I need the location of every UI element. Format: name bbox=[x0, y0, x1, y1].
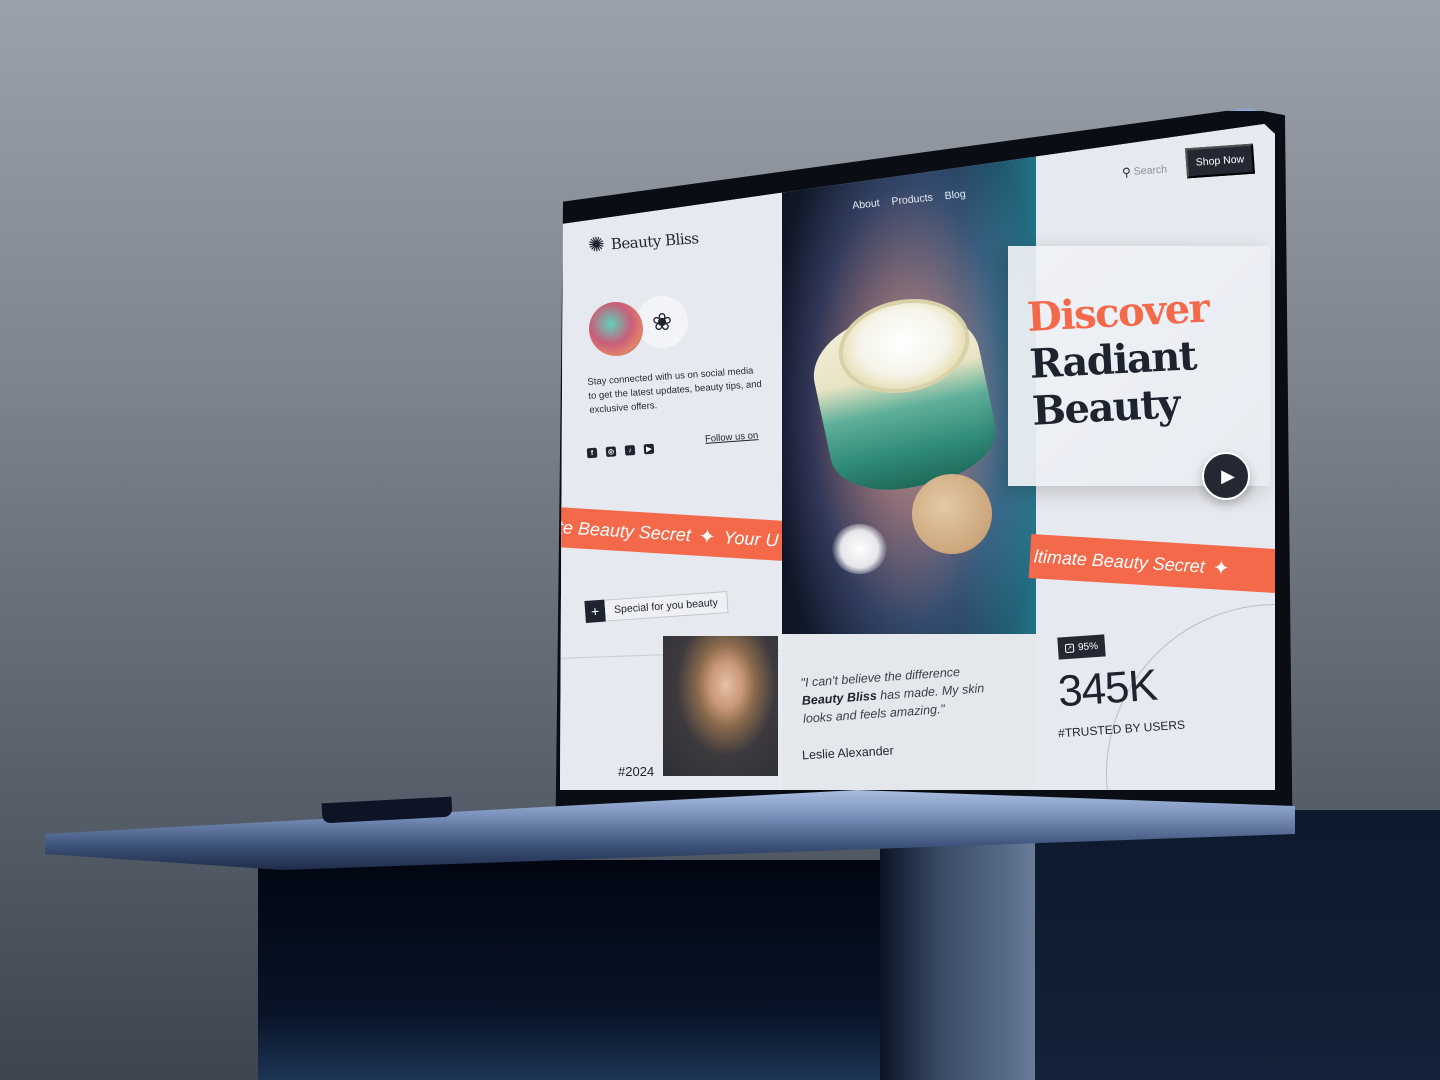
nav-about[interactable]: About bbox=[852, 197, 881, 212]
play-icon: ▶ bbox=[1221, 465, 1235, 486]
testimonial-quote: "I can't believe the difference Beauty B… bbox=[800, 660, 1003, 728]
ribbon-text: ltimate Beauty Secret bbox=[1033, 545, 1206, 577]
product-hero-image: About Products Blog bbox=[782, 124, 1036, 634]
hero-title-line3: Beauty bbox=[1030, 380, 1181, 435]
trend-icon: ↗ bbox=[1064, 643, 1075, 653]
hero-title: Discover Radiant Beauty bbox=[1026, 285, 1214, 435]
special-label: Special for you beauty bbox=[604, 591, 729, 622]
main-nav: About Products Blog bbox=[852, 188, 967, 212]
follow-us-link[interactable]: Follow us on bbox=[705, 430, 759, 445]
special-for-you-tag[interactable]: + Special for you beauty bbox=[584, 591, 729, 623]
testimonial-author: Leslie Alexander bbox=[801, 743, 895, 763]
year-tag: #2024 bbox=[618, 764, 655, 779]
hero-card: Discover Radiant Beauty bbox=[1008, 246, 1270, 486]
testimonial-panel: "I can't believe the difference Beauty B… bbox=[782, 634, 1036, 790]
hero-title-line2: Radiant bbox=[1028, 332, 1197, 388]
social-description: Stay connected with us on social media t… bbox=[587, 365, 763, 416]
left-panel: ✺ Beauty Bliss ❀ Stay connected with us … bbox=[560, 124, 787, 790]
cream-jar bbox=[803, 282, 1005, 503]
search-icon: ⚲ bbox=[1121, 164, 1132, 180]
instagram-icon[interactable]: ◎ bbox=[605, 446, 617, 457]
brand-name: Beauty Bliss bbox=[610, 229, 700, 254]
marquee-ribbon-left: te Beauty Secret ✦ Your U bbox=[560, 507, 787, 562]
nav-products[interactable]: Products bbox=[891, 192, 933, 208]
sparkle-icon: ✦ bbox=[1212, 556, 1231, 580]
stat-badge: ↗ 95% bbox=[1057, 634, 1106, 660]
brand-logo[interactable]: ✺ Beauty Bliss bbox=[587, 228, 700, 257]
plus-icon[interactable]: + bbox=[584, 599, 606, 623]
powder bbox=[832, 524, 887, 574]
tiktok-icon[interactable]: ♪ bbox=[624, 445, 636, 456]
ribbon-trailing-text: Your U bbox=[722, 526, 780, 551]
customer-portrait bbox=[663, 636, 778, 776]
laptop-screen: ✺ Beauty Bliss ❀ Stay connected with us … bbox=[560, 124, 1275, 790]
pedestal-edge bbox=[880, 810, 1035, 1080]
right-panel: ⚲ Search Shop Now Discover Radiant Beaut… bbox=[1008, 124, 1275, 790]
stat-value: 345K bbox=[1056, 660, 1159, 717]
sponge bbox=[912, 474, 992, 554]
stat-badge-value: 95% bbox=[1077, 640, 1099, 653]
search-label: Search bbox=[1133, 163, 1168, 178]
quote-brand: Beauty Bliss bbox=[801, 688, 878, 708]
ribbon-text: te Beauty Secret bbox=[560, 516, 692, 545]
play-video-button[interactable]: ▶ bbox=[1202, 452, 1250, 500]
pedestal-right-face bbox=[1034, 810, 1440, 1080]
search-button[interactable]: ⚲ Search bbox=[1122, 162, 1168, 179]
facebook-icon[interactable]: f bbox=[586, 447, 598, 459]
flower-icon: ✺ bbox=[587, 233, 606, 257]
product-avatar bbox=[589, 302, 643, 356]
shop-now-button[interactable]: Shop Now bbox=[1185, 143, 1255, 179]
nav-blog[interactable]: Blog bbox=[944, 188, 966, 202]
sparkle-icon: ✦ bbox=[698, 525, 717, 549]
youtube-icon[interactable]: ▶ bbox=[643, 443, 655, 455]
lotus-icon: ❀ bbox=[651, 308, 673, 336]
social-icons: f ◎ ♪ ▶ bbox=[586, 443, 655, 459]
marquee-ribbon-right: ltimate Beauty Secret ✦ bbox=[1028, 534, 1275, 594]
lotus-avatar: ❀ bbox=[636, 296, 688, 348]
